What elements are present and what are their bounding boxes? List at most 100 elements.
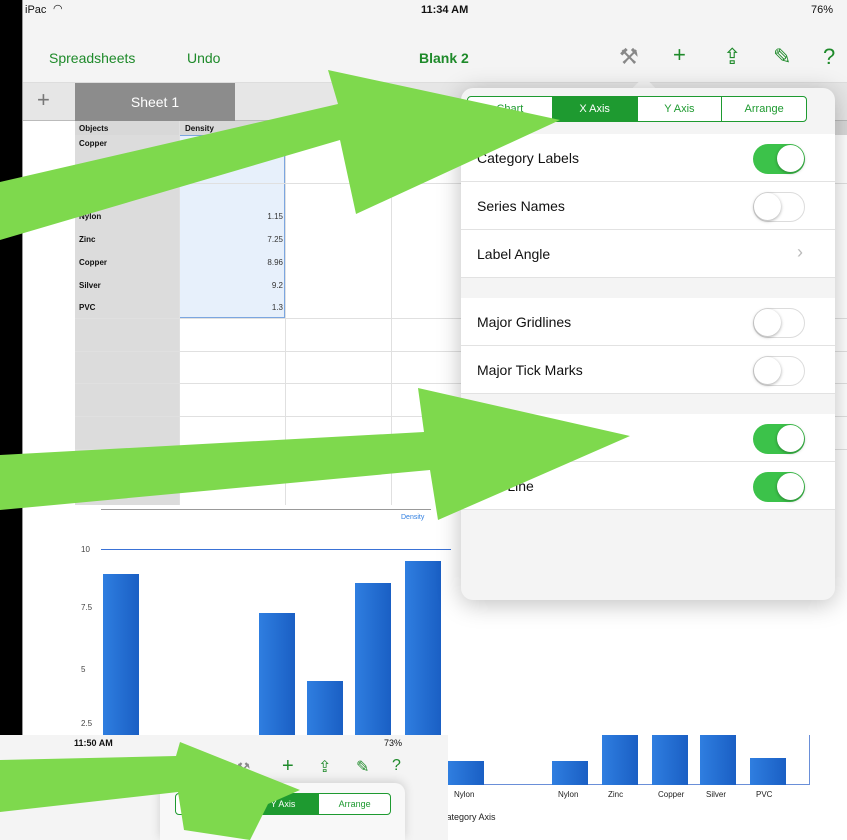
- grid-line: [285, 121, 286, 561]
- header-density: Density: [185, 124, 214, 133]
- category-axis-label: Category Axis: [440, 812, 496, 822]
- table-row-value: 1.15: [267, 212, 283, 221]
- table-row-value: 7.25: [267, 235, 283, 244]
- ipad-numbers-screen: iPac ◠ 11:34 AM 76% Spreadsheets Undo Bl…: [22, 0, 847, 735]
- label-angle-row[interactable]: Label Angle ›: [461, 230, 835, 278]
- axis-line-toggle[interactable]: [753, 472, 805, 502]
- legend-label: Density: [401, 514, 425, 521]
- legend-line: [101, 509, 431, 510]
- tab-y-axis[interactable]: Y Axis: [247, 794, 320, 814]
- clock: 11:50 AM: [74, 738, 113, 748]
- battery-label: 76%: [811, 4, 834, 16]
- row-label: Category Labels: [477, 150, 579, 166]
- embedded-chart[interactable]: Density 10 7.5 5 2.5: [75, 505, 485, 735]
- status-bar: iPac ◠ 11:34 AM 76%: [23, 0, 847, 38]
- axis-line-row[interactable]: Axis Line: [461, 462, 835, 510]
- carrier-label: iPac: [25, 4, 47, 16]
- add-icon[interactable]: +: [282, 755, 294, 778]
- major-gridlines-toggle[interactable]: [753, 308, 805, 338]
- toggle-knob: [777, 425, 804, 452]
- share-icon[interactable]: ⇪: [723, 44, 741, 70]
- help-icon[interactable]: ?: [823, 44, 835, 70]
- tab-sheet-1[interactable]: Sheet 1: [75, 83, 235, 121]
- series-names-toggle[interactable]: [753, 192, 805, 222]
- axis-name-toggle[interactable]: [753, 424, 805, 454]
- mini-chart-bar: [259, 612, 295, 735]
- toggle-knob: [754, 357, 781, 384]
- major-tick-marks-toggle[interactable]: [753, 356, 805, 386]
- category-labels-row[interactable]: Category Labels: [461, 134, 835, 182]
- category-label: Nylon: [558, 790, 579, 799]
- chart-top-handle-line: [101, 549, 451, 550]
- category-label: Copper: [658, 790, 685, 799]
- mini-chart-bar: [355, 583, 391, 735]
- category-labels-toggle[interactable]: [753, 144, 805, 174]
- share-icon[interactable]: ⇪: [318, 757, 331, 777]
- second-screenshot: 11:50 AM 73% ⚒ + ⇪ ✎ ? Axis Y Axis Arran…: [0, 735, 448, 840]
- table-row-name: Silver: [79, 281, 101, 290]
- objects-column: [75, 121, 179, 561]
- chart-bar: [552, 761, 588, 785]
- category-label: Zinc: [608, 790, 624, 799]
- table-row-value: 9.2: [271, 281, 283, 290]
- row-label: Series Names: [477, 198, 565, 214]
- spreadsheets-button[interactable]: Spreadsheets: [49, 50, 135, 66]
- document-title: Blank 2: [419, 50, 469, 66]
- y-tick: 10: [81, 545, 90, 554]
- table-row-name: Zinc: [79, 235, 96, 244]
- format-segmented-control[interactable]: Chart X Axis Y Axis Arrange: [467, 96, 807, 122]
- tab-arrange[interactable]: Arrange: [722, 97, 806, 121]
- toggle-knob: [777, 145, 804, 172]
- major-gridlines-row[interactable]: Major Gridlines: [461, 298, 835, 346]
- battery-label: 73%: [384, 738, 403, 748]
- format-brush-icon[interactable]: ⚒: [619, 44, 639, 70]
- tab-arrange[interactable]: Arrange: [319, 794, 390, 814]
- hidden-label-row[interactable]: [461, 414, 835, 462]
- row-label: Major Gridlines: [477, 314, 572, 330]
- y-tick: 2.5: [81, 719, 93, 728]
- toggle-knob: [754, 309, 781, 336]
- undo-button[interactable]: Undo: [187, 50, 220, 66]
- wrench-icon[interactable]: ✎: [356, 757, 369, 777]
- wrench-icon[interactable]: ✎: [773, 44, 791, 70]
- chevron-right-icon: ›: [797, 242, 803, 262]
- tab-x-axis[interactable]: X Axis: [552, 97, 638, 121]
- row-label: Major Tick Marks: [477, 362, 583, 378]
- tab-chart[interactable]: Chart: [468, 97, 553, 121]
- row-label: Label Angle: [477, 246, 551, 262]
- format-brush-icon[interactable]: ⚒: [236, 759, 250, 779]
- table-row-name: Nylon: [79, 212, 102, 221]
- chart-bar: [750, 758, 786, 785]
- mini-chart-bar: [307, 681, 343, 735]
- toggle-knob: [777, 473, 804, 500]
- format-segmented-control[interactable]: Axis Y Axis Arrange: [175, 793, 391, 815]
- table-row-name: PVC: [79, 303, 96, 312]
- chart-format-popover: Chart X Axis Y Axis Arrange Category Lab…: [461, 88, 835, 600]
- add-sheet-icon[interactable]: +: [37, 87, 50, 113]
- tab-x-axis[interactable]: Axis: [176, 794, 248, 814]
- toggle-knob: [754, 193, 781, 220]
- mini-chart-bar: [103, 574, 139, 735]
- grid-line: [391, 121, 392, 561]
- nav-bar: Spreadsheets Undo Blank 2 ⚒ + ⇪ ✎ ?: [23, 38, 847, 83]
- mini-chart-bar: [405, 561, 441, 735]
- composite-screenshot: Category Axis Nylon Nylon Zinc Copper Silver…: [0, 0, 847, 840]
- add-icon[interactable]: +: [673, 42, 686, 68]
- major-tick-marks-row[interactable]: Major Tick Marks: [461, 346, 835, 394]
- table-row-name: Copper: [79, 139, 107, 148]
- table-row-value: 1.3: [271, 303, 283, 312]
- chart-bar: [448, 761, 484, 785]
- table-row-name: Copper: [79, 258, 107, 267]
- help-icon[interactable]: ?: [392, 757, 401, 775]
- y-tick: 5: [81, 665, 86, 674]
- category-label: Silver: [706, 790, 727, 799]
- y-tick: 7.5: [81, 603, 93, 612]
- density-column-selection[interactable]: [179, 135, 285, 318]
- grid-line: [179, 121, 180, 561]
- category-label: Nylon: [454, 790, 475, 799]
- tab-y-axis[interactable]: Y Axis: [638, 97, 723, 121]
- series-names-row[interactable]: Series Names: [461, 182, 835, 230]
- row-label: Axis Line: [477, 478, 534, 494]
- status-bar: 11:50 AM 73%: [60, 737, 448, 751]
- wifi-icon: ◠: [53, 3, 63, 15]
